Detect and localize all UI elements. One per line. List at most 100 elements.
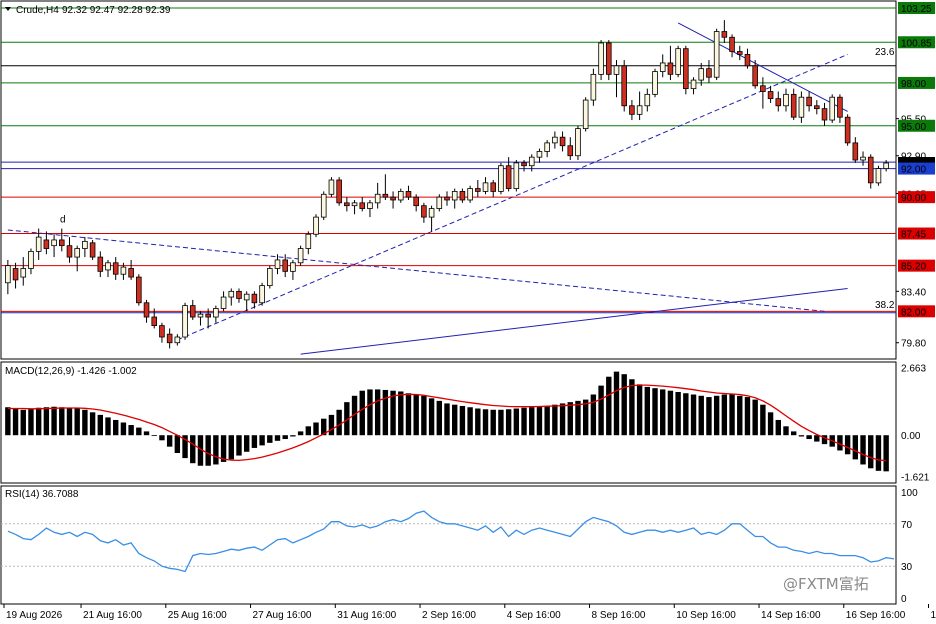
price-tag-label: 85.20	[901, 262, 926, 273]
time-tick-label: 8 Sep 16:00	[592, 610, 646, 621]
macd-bar	[51, 406, 57, 436]
macd-bar	[690, 394, 697, 436]
macd-bar	[305, 426, 312, 436]
candle-body	[405, 191, 412, 198]
candle	[798, 91, 805, 123]
macd-bar	[775, 419, 781, 436]
macd-bar	[798, 435, 805, 437]
time-tick-label: 25 Aug 16:00	[168, 610, 227, 621]
rsi-line	[7, 510, 894, 573]
macd-bar	[59, 407, 65, 436]
candle	[644, 88, 651, 112]
candle	[112, 257, 119, 280]
candle-body	[575, 128, 581, 157]
macd-bar	[243, 435, 250, 452]
candle-body	[783, 93, 789, 107]
candle-body	[43, 239, 50, 249]
time-tick: 19 Aug 2026	[3, 604, 63, 621]
macd-bar	[475, 408, 481, 436]
price-tick: 82.00	[898, 305, 935, 318]
macd-bar	[544, 405, 550, 436]
candle-body	[598, 42, 604, 75]
candle	[359, 197, 366, 212]
candle-body	[721, 31, 728, 38]
candle	[89, 239, 96, 260]
macd-scale: 2.663 0.00 -1.621	[901, 363, 930, 483]
candle	[213, 305, 219, 323]
candle	[837, 94, 843, 123]
candle-body	[166, 333, 173, 344]
candle	[444, 191, 450, 206]
time-tick-label: 27 Aug 16:00	[253, 610, 312, 621]
symbol-dropdown-icon[interactable]	[5, 7, 11, 11]
candle	[182, 302, 188, 340]
macd-bar	[844, 435, 851, 455]
macd-bar	[267, 435, 273, 443]
price-tick: 85.20	[898, 259, 935, 273]
macd-bar	[590, 394, 597, 436]
time-axis: 19 Aug 2026 21 Aug 16:00 25 Aug 16:00 27 Au…	[3, 604, 936, 621]
macd-title: MACD(12,26,9) -1.426 -1.002	[5, 366, 137, 377]
candle-body	[798, 96, 805, 118]
macd-bar	[529, 407, 535, 436]
time-tick: 25 Aug 16:00	[165, 604, 227, 621]
time-tick-label: 18 Sep 16:00	[931, 610, 936, 621]
candle	[482, 177, 489, 195]
macd-bar	[367, 389, 373, 436]
candle-body	[498, 165, 504, 192]
candle	[259, 282, 265, 306]
candle-body	[313, 216, 319, 235]
macd-bar	[82, 409, 88, 436]
candle	[143, 299, 150, 323]
candle-body	[883, 162, 889, 169]
candle-body	[128, 268, 134, 278]
macd-bar	[552, 404, 558, 436]
time-tick-label: 10 Sep 16:00	[676, 610, 736, 621]
candle	[290, 259, 296, 280]
candle-body	[729, 36, 735, 52]
candle	[66, 237, 73, 263]
candle	[621, 60, 627, 112]
candle	[166, 328, 173, 349]
candle-body	[821, 108, 828, 121]
price-tick: 100.85	[898, 36, 935, 49]
macd-bar	[297, 431, 304, 436]
candle-body	[444, 196, 450, 201]
candle-body	[436, 196, 443, 209]
candle-body	[544, 142, 550, 152]
candle-body	[567, 145, 574, 157]
candle-body	[259, 285, 265, 304]
candle-body	[690, 79, 697, 90]
candle	[313, 214, 319, 238]
macd-bar	[290, 435, 296, 437]
price-panel-frame	[0, 0, 897, 360]
candle	[475, 180, 481, 198]
candle-body	[621, 65, 627, 107]
candle-body	[814, 105, 820, 110]
candle-body	[382, 193, 389, 198]
price-tick: 90.00	[898, 191, 935, 204]
macd-bar	[382, 389, 389, 436]
macd-bar	[598, 385, 604, 436]
rsi-tick-label: 70	[901, 520, 913, 531]
macd-bar	[359, 390, 365, 436]
macd-bar	[128, 425, 134, 436]
candle-body	[58, 239, 65, 247]
candle-body	[459, 191, 466, 201]
candle	[559, 131, 566, 152]
time-tick: 14 Sep 16:00	[758, 604, 821, 621]
candle-body	[397, 191, 404, 201]
macd-bar	[336, 409, 342, 436]
candle	[374, 182, 381, 209]
candle-body	[82, 240, 88, 249]
macd-bar	[282, 435, 288, 440]
trendlines	[7, 22, 848, 355]
candle	[136, 274, 142, 306]
trendline	[300, 287, 848, 355]
candle	[5, 259, 11, 295]
candle-body	[51, 239, 57, 247]
candle-body	[220, 296, 227, 309]
candle-body	[105, 262, 111, 271]
macd-bar	[174, 435, 181, 454]
macd-bar	[390, 390, 396, 436]
